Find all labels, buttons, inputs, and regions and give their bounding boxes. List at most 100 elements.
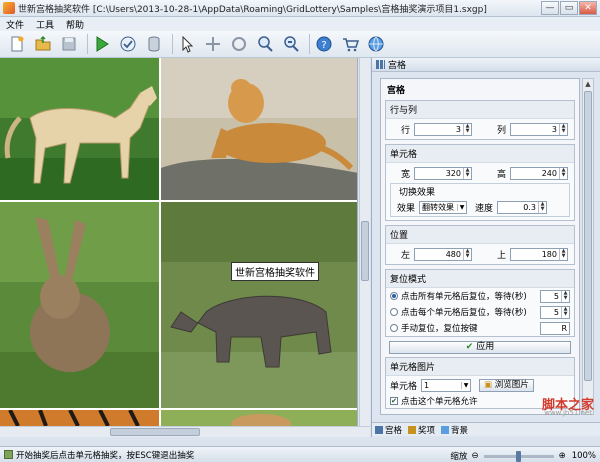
reset-option-each[interactable]: 点击每个单元格后复位，等待(秒) 5 ▲ ▼ <box>386 304 574 320</box>
cell-select-value: 1 <box>424 380 430 390</box>
wait-seconds-stepper[interactable]: 5 ▲ ▼ <box>540 305 570 319</box>
background-icon <box>441 425 450 434</box>
scroll-up-icon[interactable]: ▲ <box>583 79 593 89</box>
grid-cell-kitten[interactable] <box>161 410 357 426</box>
reset-option-manual[interactable]: 手动复位，复位按键 R <box>386 320 574 336</box>
app-logo-icon <box>3 2 15 14</box>
canvas-vertical-scrollbar[interactable] <box>359 58 370 426</box>
tab-label: 宫格 <box>385 425 403 436</box>
tab-background[interactable]: 背景 <box>441 424 468 436</box>
apply-button[interactable]: ✔ 应用 <box>389 341 571 354</box>
zoom-in-button[interactable]: ⊕ <box>559 451 566 461</box>
top-stepper[interactable]: 180 ▲ ▼ <box>510 247 568 261</box>
group-title: 位置 <box>386 226 574 244</box>
grid-cell-tiger[interactable] <box>0 410 159 426</box>
window-controls: — ▭ ✕ <box>540 1 597 15</box>
zoom-in-icon[interactable] <box>254 33 276 55</box>
radio-icon[interactable] <box>390 308 398 316</box>
height-label: 高 <box>496 169 506 180</box>
reset-key-field[interactable]: R <box>540 321 570 335</box>
cursor-icon[interactable] <box>176 33 198 55</box>
col-count-stepper[interactable]: 3 ▲ ▼ <box>510 122 568 136</box>
reset-option-label: 点击每个单元格后复位，等待(秒) <box>401 308 527 318</box>
minimize-button[interactable]: — <box>541 1 559 15</box>
zoom-slider[interactable] <box>483 450 554 462</box>
window-title: 世新宫格抽奖软件 [C:\Users\2013-10-28-1\AppData\… <box>18 4 487 15</box>
globe-icon[interactable] <box>365 33 387 55</box>
scroll-thumb[interactable] <box>584 91 592 381</box>
scroll-thumb[interactable] <box>361 221 369 281</box>
menu-file[interactable]: 文件 <box>6 18 24 31</box>
radio-selected-icon[interactable] <box>390 292 398 300</box>
height-stepper[interactable]: 240 ▲ ▼ <box>510 166 568 180</box>
check-icon[interactable] <box>117 33 139 55</box>
database-icon[interactable] <box>143 33 165 55</box>
save-icon[interactable] <box>58 33 80 55</box>
tab-grid[interactable]: 宫格 <box>375 424 402 436</box>
chevron-down-icon[interactable]: ▼ <box>457 204 466 211</box>
spin-arrows-icon[interactable]: ▲ ▼ <box>538 202 546 213</box>
toolbar-separator <box>172 34 173 54</box>
new-doc-icon[interactable] <box>6 33 28 55</box>
grid-cell-rhino[interactable] <box>161 202 357 408</box>
group-title: 单元格 <box>386 145 574 163</box>
reset-option-label: 手动复位，复位按键 <box>401 324 478 334</box>
checkbox-checked-icon[interactable]: ✔ <box>390 397 398 405</box>
browse-label: 浏览图片 <box>494 379 529 390</box>
spin-arrows-icon[interactable]: ▲ ▼ <box>561 306 569 318</box>
top-label: 上 <box>496 250 506 261</box>
open-folder-icon[interactable] <box>32 33 54 55</box>
help-icon[interactable]: ? <box>313 33 335 55</box>
cart-icon[interactable] <box>339 33 361 55</box>
folder-icon: ▣ <box>484 379 493 390</box>
close-button[interactable]: ✕ <box>579 1 597 15</box>
zoom-slider-knob[interactable] <box>516 450 522 462</box>
loop-icon[interactable] <box>228 33 250 55</box>
row-count-value: 3 <box>455 124 461 134</box>
move-icon[interactable] <box>202 33 224 55</box>
row-count-stepper[interactable]: 3 ▲ ▼ <box>414 122 472 136</box>
width-stepper[interactable]: 320 ▲ ▼ <box>414 166 472 180</box>
reset-option-all[interactable]: 点击所有单元格后复位，等待(秒) 5 ▲ ▼ <box>386 288 574 304</box>
reset-key-value: R <box>561 323 567 333</box>
radio-icon[interactable] <box>390 324 398 332</box>
spin-arrows-icon[interactable]: ▲ ▼ <box>561 290 569 302</box>
maximize-button[interactable]: ▭ <box>560 1 578 15</box>
spin-arrows-icon[interactable]: ▲ ▼ <box>463 248 471 260</box>
group-title: 单元格图片 <box>386 358 574 376</box>
grid-cell-rabbit[interactable] <box>0 202 159 408</box>
browse-image-button[interactable]: ▣ 浏览图片 <box>479 378 534 392</box>
canvas-tooltip: 世新宫格抽奖软件 <box>231 262 319 281</box>
row-label: 行 <box>400 125 410 136</box>
panel-vertical-scrollbar[interactable]: ▲ <box>582 78 594 415</box>
watermark-url: www.jb51.net <box>544 409 592 417</box>
group-title: 行与列 <box>386 101 574 119</box>
spin-arrows-icon[interactable]: ▲ ▼ <box>559 248 567 260</box>
spin-arrows-icon[interactable]: ▲ ▼ <box>559 123 567 135</box>
menu-help[interactable]: 帮助 <box>66 18 84 31</box>
chevron-down-icon[interactable]: ▼ <box>461 381 470 389</box>
zoom-out-button[interactable]: ⊖ <box>471 451 478 461</box>
spin-arrows-icon[interactable]: ▲ ▼ <box>559 167 567 179</box>
canvas-horizontal-scrollbar[interactable] <box>0 426 370 437</box>
title-bar: 世新宫格抽奖软件 [C:\Users\2013-10-28-1\AppData\… <box>0 0 600 17</box>
grid-cell-horse[interactable] <box>0 58 159 200</box>
apply-label: 应用 <box>476 342 495 352</box>
top-value: 180 <box>541 249 557 259</box>
scroll-thumb[interactable] <box>110 428 200 436</box>
spin-arrows-icon[interactable]: ▲ ▼ <box>463 167 471 179</box>
lottery-canvas[interactable]: 世新宫格抽奖软件 <box>0 58 358 426</box>
effect-label: 效果 <box>396 204 415 214</box>
play-icon[interactable] <box>91 33 113 55</box>
grid-cell-dog[interactable] <box>161 58 357 200</box>
tab-prizes[interactable]: 奖项 <box>408 424 435 436</box>
speed-stepper[interactable]: 0.3 ▲ ▼ <box>497 201 547 214</box>
effect-select[interactable]: 翻转效果 ▼ <box>419 201 467 214</box>
width-value: 320 <box>445 168 461 178</box>
cell-select[interactable]: 1 ▼ <box>421 378 472 392</box>
left-stepper[interactable]: 480 ▲ ▼ <box>414 247 472 261</box>
spin-arrows-icon[interactable]: ▲ ▼ <box>463 123 471 135</box>
menu-tools[interactable]: 工具 <box>36 18 54 31</box>
wait-seconds-stepper[interactable]: 5 ▲ ▼ <box>540 289 570 303</box>
zoom-out-icon[interactable] <box>280 33 302 55</box>
